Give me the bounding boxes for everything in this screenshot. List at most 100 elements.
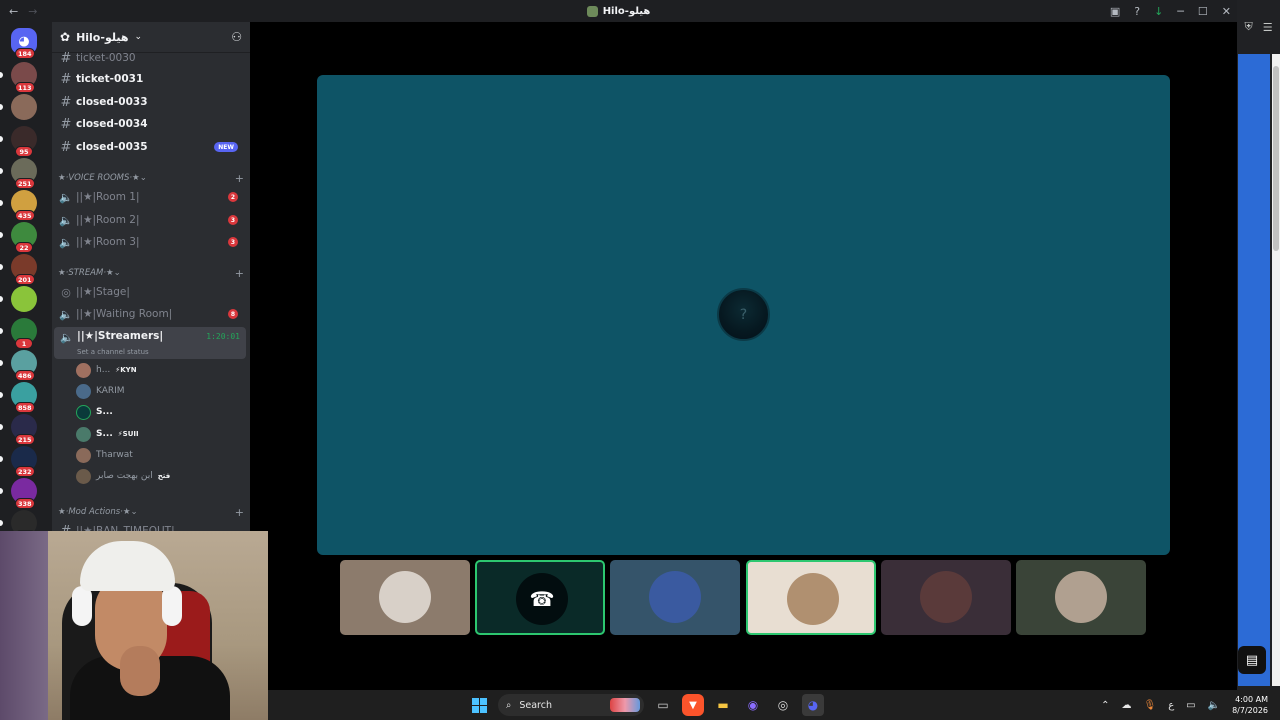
participant-tile[interactable]	[746, 560, 876, 635]
set-status-link[interactable]: Set a channel status	[77, 348, 149, 356]
voice-channel[interactable]: 🔈 ||★|Room 3| 3	[52, 232, 250, 252]
server-icon[interactable]	[11, 94, 37, 120]
focused-video-tile[interactable]: ?	[317, 75, 1170, 555]
category-mod-actions[interactable]: ★·Mod Actions·★ ⌄ +	[58, 505, 244, 519]
server-icon[interactable]: 251	[11, 158, 37, 189]
download-icon[interactable]: ↓	[1154, 5, 1163, 18]
discord-home-icon[interactable]: ◕ 184	[11, 28, 37, 59]
chat-bubble-icon[interactable]: ▤	[1238, 646, 1266, 674]
chevron-down-icon: ⌄	[134, 32, 142, 42]
hamburger-menu-icon[interactable]: ☰	[1263, 21, 1273, 34]
server-icon[interactable]: 1	[11, 318, 37, 349]
active-voice-channel[interactable]: 🔈 ||★|Streamers| 1:20:01 Set a channel stat…	[54, 327, 246, 359]
category-label: ★·STREAM·★	[58, 268, 114, 278]
cloud-icon[interactable]: ☁	[1121, 700, 1131, 711]
user-name: Tharwat	[96, 450, 133, 460]
server-icon[interactable]: 232	[11, 446, 37, 477]
microphone-icon[interactable]: 🎙	[1143, 700, 1156, 711]
stream-channel[interactable]: ◎ ||★|Stage|	[52, 282, 250, 302]
participant-tile[interactable]	[610, 560, 740, 635]
voice-channel[interactable]: 🔈 ||★|Room 2| 3	[52, 210, 250, 230]
voice-user[interactable]: Tharwat	[76, 445, 246, 465]
server-icon[interactable]: 858	[11, 382, 37, 413]
invite-people-icon[interactable]: ⚇	[231, 30, 242, 44]
mention-badge: 486	[15, 370, 35, 381]
minimize-icon[interactable]: ─	[1177, 5, 1184, 18]
unread-pill	[0, 72, 3, 78]
shield-icon[interactable]: ⛨	[1244, 20, 1252, 34]
channel-name: ticket-0030	[76, 52, 136, 64]
participant-tile[interactable]: ☎	[475, 560, 605, 635]
webcam-cap	[80, 541, 175, 591]
server-icon[interactable]: 4K+	[11, 510, 37, 532]
add-channel-icon[interactable]: +	[235, 172, 244, 185]
channel-name: ||★|Streamers|	[77, 330, 164, 342]
add-channel-icon[interactable]: +	[235, 506, 244, 519]
chevron-up-icon[interactable]: ⌃	[1101, 700, 1109, 711]
windows-start-icon[interactable]	[468, 694, 490, 716]
user-tag: فتح	[157, 472, 171, 480]
server-icon[interactable]: 22	[11, 222, 37, 253]
voice-channel[interactable]: 🔈 ||★|Room 1| 2	[52, 187, 250, 207]
server-icon[interactable]	[11, 286, 37, 312]
server-icon[interactable]: 201	[11, 254, 37, 285]
category-voice-rooms[interactable]: ★·VOICE ROOMS·★ ⌄ +	[58, 171, 244, 185]
voice-user[interactable]: h... ⚡KYN	[76, 360, 246, 380]
user-avatar	[76, 362, 91, 378]
taskbar-apps: ⌕ Search ▭ ▼ ▬ ◉ ◎ ◕	[468, 694, 824, 716]
new-badge: NEW	[214, 142, 238, 152]
language-indicator[interactable]: ع	[1168, 700, 1174, 711]
stage-icon: ◎	[61, 285, 71, 299]
clock-time: 4:00 AM	[1235, 695, 1268, 704]
scrollbar[interactable]	[1272, 54, 1280, 686]
user-avatar	[76, 468, 91, 484]
network-icon[interactable]: ▭	[1186, 700, 1195, 711]
server-icon[interactable]: 338	[11, 478, 37, 509]
brave-browser-icon[interactable]: ▼	[682, 694, 704, 716]
category-stream[interactable]: ★·STREAM·★ ⌄ +	[58, 266, 244, 280]
task-view-icon[interactable]: ▭	[652, 694, 674, 716]
inbox-icon[interactable]: ▣	[1110, 5, 1120, 18]
scrollbar-thumb[interactable]	[1273, 66, 1279, 251]
channel-name: closed-0035	[76, 141, 148, 153]
server-icon[interactable]: 215	[11, 414, 37, 445]
voice-user[interactable]: S... ⚡SUII	[76, 424, 246, 444]
help-icon[interactable]: ?	[1134, 5, 1140, 18]
channel-sidebar: ✿ Hilo-هيلو ⌄ ⚇ #ticket-0030▶#ticket-003…	[52, 22, 250, 532]
forward-arrow-icon[interactable]: →	[28, 5, 37, 18]
participant-avatar	[787, 573, 839, 625]
voice-user[interactable]: ابن بهجت صابر فتح	[76, 466, 246, 486]
close-icon[interactable]: ✕	[1222, 5, 1231, 18]
voice-user[interactable]: S...	[76, 402, 246, 422]
mention-badge: 22	[15, 242, 33, 253]
stream-channel[interactable]: 🔈 ||★|Waiting Room| 8	[52, 304, 250, 324]
file-explorer-icon[interactable]: ▬	[712, 694, 734, 716]
taskbar-search[interactable]: ⌕ Search	[498, 694, 644, 716]
user-name: ابن بهجت صابر	[96, 471, 153, 481]
title-bar: ← → Hilo-هيلو ▣ ? ↓ ─ ☐ ✕	[0, 0, 1237, 22]
text-channel[interactable]: ▶#ticket-0031	[52, 69, 250, 89]
maximize-icon[interactable]: ☐	[1198, 5, 1208, 18]
text-channel[interactable]: ▶#closed-0034	[52, 114, 250, 134]
text-channel[interactable]: ▶#closed-0035NEW	[52, 137, 250, 157]
server-icon[interactable]: 113	[11, 62, 37, 93]
browser-app-icon[interactable]: ◉	[742, 694, 764, 716]
discord-taskbar-icon[interactable]: ◕	[802, 694, 824, 716]
participant-tile[interactable]	[1016, 560, 1146, 635]
back-arrow-icon[interactable]: ←	[9, 5, 18, 18]
volume-icon[interactable]: 🔈	[1208, 700, 1220, 711]
voice-user[interactable]: KARIM	[76, 381, 246, 401]
participant-tile[interactable]	[340, 560, 470, 635]
unread-pill	[0, 328, 3, 334]
text-channel[interactable]: ▶#closed-0033	[52, 92, 250, 112]
channel-name: closed-0034	[76, 118, 148, 130]
text-channel[interactable]: # ticket-0030	[52, 48, 250, 68]
participant-tile[interactable]	[881, 560, 1011, 635]
add-channel-icon[interactable]: +	[235, 267, 244, 280]
server-icon[interactable]: 435	[11, 190, 37, 221]
channel-name: ||★|Room 1|	[76, 191, 140, 203]
chrome-icon[interactable]: ◎	[772, 694, 794, 716]
clock[interactable]: 4:00 AM 8/7/2026	[1232, 694, 1268, 716]
server-icon[interactable]: 95	[11, 126, 37, 157]
server-icon[interactable]: 486	[11, 350, 37, 381]
